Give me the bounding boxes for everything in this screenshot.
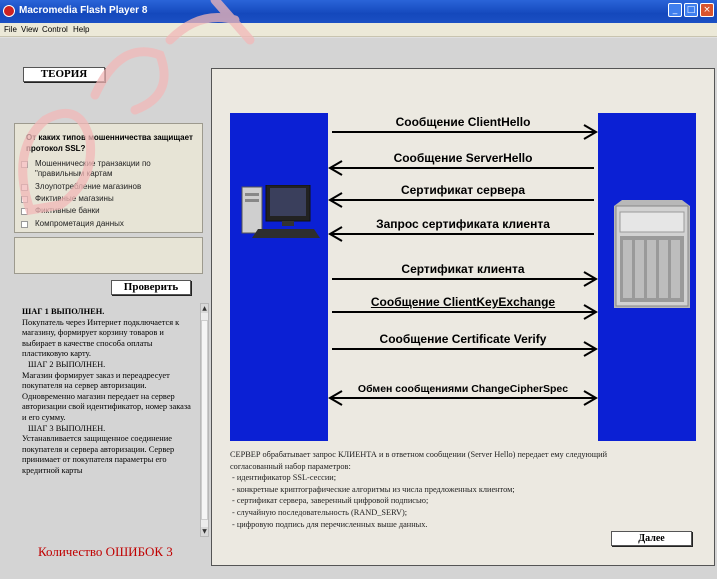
message-label: Сообщение ClientHello [395, 115, 531, 129]
check-button[interactable]: Проверить [111, 280, 191, 295]
menu-file[interactable]: File [4, 25, 17, 34]
quiz-option-3[interactable]: Фиктивные магазины [21, 194, 191, 204]
window-title: Macromedia Flash Player 8 [19, 5, 148, 16]
option-checkbox[interactable] [21, 208, 28, 215]
step-text: Устанавливается защищенное соединение по… [22, 434, 175, 475]
handshake-panel: Сообщение ClientHello Сообщение ServerHel… [211, 68, 715, 566]
step-text: Покупатель через Интернет подключается к… [22, 317, 180, 359]
menu-control[interactable]: Control [42, 25, 68, 34]
scroll-down-icon[interactable]: ▼ [201, 527, 208, 536]
message-label: Сообщение Certificate Verify [379, 332, 547, 346]
quiz-option-1[interactable]: Мошеннические транзакции по "правильным … [21, 159, 191, 179]
flash-app-icon [3, 5, 15, 17]
quiz-option-4[interactable]: Фиктивные банки [21, 206, 191, 216]
message-label: Обмен сообщениями ChangeCipherSpec [357, 383, 569, 395]
option-checkbox[interactable] [21, 196, 28, 203]
message-label: Сертификат клиента [401, 262, 525, 276]
description-item: - конкретные криптографические алгоритмы… [232, 484, 515, 494]
message-label: Сообщение ClientKeyExchange [370, 295, 556, 309]
step-heading: ШАГ 3 ВЫПОЛНЕН. [28, 423, 106, 433]
maximize-button[interactable]: □ [684, 3, 698, 17]
steps-log: ШАГ 1 ВЫПОЛНЕН. Покупатель через Интерне… [14, 303, 199, 535]
menu-help[interactable]: Help [73, 25, 89, 34]
description-item: - цифровую подпись для перечисленных выш… [232, 519, 428, 529]
step-heading: ШАГ 2 ВЫПОЛНЕН. [28, 359, 106, 369]
message-label: Запрос сертификата клиента [376, 217, 550, 231]
description-item: - случайную последовательность (RAND_SER… [232, 507, 408, 517]
quiz-question: От каких типов мошенничества защищает пр… [26, 133, 193, 153]
close-button[interactable]: × [700, 3, 714, 17]
menu-view[interactable]: View [21, 25, 38, 34]
message-label: Сертификат сервера [400, 183, 526, 197]
theory-button[interactable]: ТЕОРИЯ [23, 67, 105, 82]
description-intro: СЕРВЕР обрабатывает запрос КЛИЕНТА и в о… [230, 450, 608, 471]
description-item: - сертификат сервера, заверенный цифрово… [232, 496, 429, 506]
description-item: - идентификатор SSL-сессии; [232, 473, 337, 483]
option-checkbox[interactable] [21, 161, 28, 168]
option-checkbox[interactable] [21, 184, 28, 191]
step-heading: ШАГ 1 ВЫПОЛНЕН. [22, 307, 105, 316]
quiz-panel: От каких типов мошенничества защищает пр… [14, 123, 203, 233]
option-checkbox[interactable] [21, 221, 28, 228]
minimize-button[interactable]: _ [668, 3, 682, 17]
steps-scrollbar[interactable]: ▲ ▼ [200, 303, 209, 537]
scroll-thumb[interactable] [201, 320, 208, 520]
menu-bar: File View Control Help [0, 23, 717, 37]
quiz-option-2[interactable]: Злоупотребление магазинов [21, 182, 191, 192]
quiz-option-5[interactable]: Компрометация данных [21, 219, 191, 229]
scroll-up-icon[interactable]: ▲ [201, 304, 208, 313]
message-label: Сообщение ServerHello [393, 151, 533, 165]
answer-feedback-box [14, 237, 203, 274]
step-text: Магазин формирует заказ и переадресует п… [22, 370, 191, 422]
description: СЕРВЕР обрабатывает запрос КЛИЕНТА и в о… [230, 449, 630, 530]
error-count: Количество ОШИБОК 3 [38, 544, 173, 559]
window-titlebar[interactable]: Macromedia Flash Player 8 _ □ × [0, 0, 717, 23]
next-button[interactable]: Далее [611, 531, 692, 546]
